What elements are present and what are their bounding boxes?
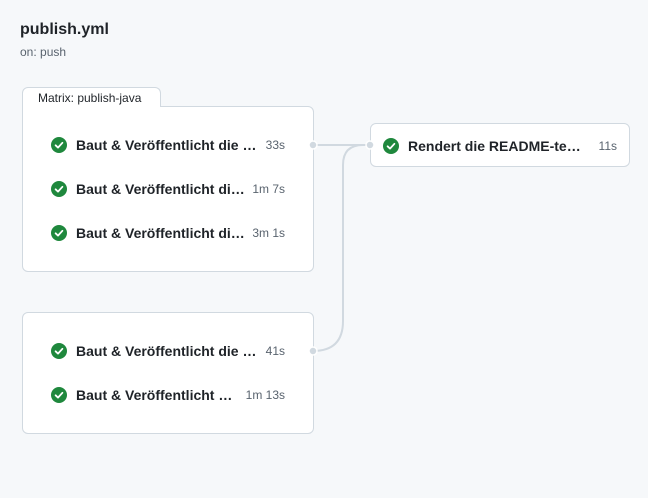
matrix-job-group: Baut & Veröffentlicht die Ja... 33s Baut… (22, 106, 314, 272)
job-name: Baut & Veröffentlicht die ... (76, 225, 247, 241)
job-item[interactable]: Baut & Veröffentlicht die Se... 41s (51, 341, 285, 361)
job-name: Baut & Veröffentlicht die ... (76, 181, 247, 197)
check-circle-fill-icon (51, 181, 67, 197)
check-circle-fill-icon (383, 138, 399, 154)
job-duration: 41s (265, 344, 285, 358)
downstream-job-group: Rendert die README-templ... 11s (370, 123, 630, 167)
job-duration: 1m 7s (252, 182, 285, 196)
job-item[interactable]: Rendert die README-templ... 11s (383, 136, 617, 156)
check-circle-fill-icon (51, 343, 67, 359)
job-duration: 3m 1s (252, 226, 285, 240)
check-circle-fill-icon (51, 387, 67, 403)
workflow-header: publish.yml on: push (20, 20, 109, 60)
job-name: Baut & Veröffentlicht da... (76, 387, 240, 403)
job-item[interactable]: Baut & Veröffentlicht die ... 1m 7s (51, 179, 285, 199)
job-duration: 33s (265, 138, 285, 152)
job-name: Baut & Veröffentlicht die Ja... (76, 137, 260, 153)
check-circle-fill-icon (51, 225, 67, 241)
workflow-title[interactable]: publish.yml (20, 20, 109, 40)
job-item[interactable]: Baut & Veröffentlicht da... 1m 13s (51, 385, 285, 405)
connector-line (312, 144, 370, 352)
job-duration: 1m 13s (245, 388, 285, 402)
check-circle-fill-icon (51, 137, 67, 153)
job-group: Baut & Veröffentlicht die Se... 41s Baut… (22, 312, 314, 434)
job-item[interactable]: Baut & Veröffentlicht die ... 3m 1s (51, 223, 285, 243)
job-name: Baut & Veröffentlicht die Se... (76, 343, 260, 359)
workflow-trigger: on: push (20, 45, 67, 59)
job-duration: 11s (598, 139, 617, 153)
job-name: Rendert die README-templ... (408, 138, 593, 154)
job-item[interactable]: Baut & Veröffentlicht die Ja... 33s (51, 135, 285, 155)
matrix-label: Matrix: publish-java (22, 87, 161, 107)
